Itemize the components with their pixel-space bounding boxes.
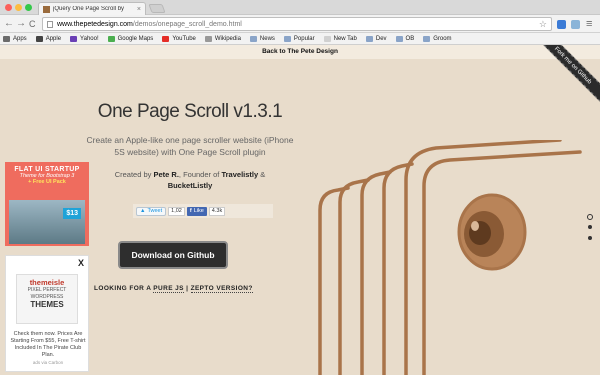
- facebook-like-button[interactable]: f Like: [186, 206, 207, 216]
- bookmark-label: Dev: [375, 35, 387, 42]
- phone-outline: [318, 186, 350, 375]
- pagination-dot[interactable]: [588, 225, 592, 229]
- browser-tab[interactable]: jQuery One Page Scroll by ×: [38, 2, 146, 15]
- phone-outline: [338, 178, 370, 375]
- bookmark-label: Google Maps: [117, 35, 154, 42]
- tweet-count: 1,02: [168, 206, 185, 216]
- social-buttons: ▲ Tweet 1,02 f Like 4.3k: [133, 204, 273, 218]
- bookmark-youtube[interactable]: YouTube: [162, 35, 196, 42]
- bookmark-dev[interactable]: Dev: [365, 35, 387, 42]
- tweet-button[interactable]: ▲ Tweet: [136, 206, 167, 216]
- ad-price-badge: $13: [63, 208, 81, 219]
- bookmark-icon: [70, 35, 78, 42]
- ad-copy: Check them now. Prices Are Starting From…: [10, 331, 86, 358]
- page-icon: [47, 20, 53, 28]
- phone-outline: [382, 162, 414, 375]
- facebook-icon: f: [189, 208, 192, 214]
- bookmark-icon: [283, 35, 291, 42]
- back-to-pete-design-link[interactable]: Back to The Pete Design: [262, 48, 338, 55]
- close-ad-icon[interactable]: X: [78, 258, 84, 268]
- download-github-button[interactable]: Download on Github: [118, 241, 228, 269]
- bookmark-icon: [423, 35, 431, 42]
- bookmark-icon: [107, 35, 115, 42]
- tab-title: jQuery One Page Scroll by: [53, 6, 125, 12]
- bookmark-label: Yahoo!: [80, 35, 99, 42]
- bookmark-apple[interactable]: Apple: [35, 35, 62, 42]
- ad-tagline: THEMES: [30, 300, 64, 309]
- bookmark-label: New Tab: [333, 35, 357, 42]
- bookmark-label: News: [259, 35, 275, 42]
- url-text[interactable]: www.thepetedesign.com/demos/onepage_scro…: [57, 21, 242, 28]
- ad-headline: FLAT UI STARTUP: [14, 166, 80, 173]
- bookmark-label: Groom: [433, 35, 452, 42]
- extension-icon[interactable]: [571, 20, 580, 29]
- new-tab-button[interactable]: [148, 4, 166, 13]
- author-link[interactable]: Pete R.: [153, 170, 178, 179]
- bookmark-icon: [162, 35, 170, 42]
- ad-free-pack: + Free UI Pack: [28, 179, 66, 185]
- pagination-dot-active[interactable]: [587, 214, 593, 220]
- bookmark-icon: [249, 35, 257, 42]
- address-bar[interactable]: www.thepetedesign.com/demos/onepage_scro…: [42, 17, 552, 31]
- iphone-illustration: [318, 140, 582, 375]
- bookmark-icon: [35, 35, 43, 42]
- flat-ui-ad[interactable]: FLAT UI STARTUP Theme for Bootstrap 3 + …: [5, 162, 89, 246]
- bookmark-label: Popular: [293, 35, 315, 42]
- bookmark-yahoo-[interactable]: Yahoo!: [70, 35, 99, 42]
- bookmark-apps[interactable]: Apps: [3, 35, 27, 42]
- pure-js-link[interactable]: PURE JS: [153, 285, 184, 293]
- themeisle-ad[interactable]: X themeisle PIXEL PERFECT WORDPRESS THEM…: [5, 255, 89, 372]
- twitter-bird-icon: ▲: [140, 208, 146, 214]
- browser-toolbar: ← → C www.thepetedesign.com/demos/onepag…: [0, 15, 600, 33]
- bookmark-label: Wikipedia: [214, 35, 241, 42]
- chrome-menu-icon[interactable]: ≡: [586, 18, 592, 30]
- bookmark-news[interactable]: News: [249, 35, 275, 42]
- phone-outline: [360, 170, 392, 375]
- like-count: 4.3k: [208, 206, 226, 216]
- bookmark-icon: [204, 35, 212, 42]
- bookmark-new-tab[interactable]: New Tab: [323, 35, 357, 42]
- ads-via-carbon[interactable]: ads via Carbon: [6, 360, 90, 365]
- bookmark-icon: [395, 35, 403, 42]
- favicon-icon: [43, 5, 50, 13]
- browser-tabbar: jQuery One Page Scroll by ×: [0, 0, 600, 15]
- ad-image: $13: [9, 200, 85, 244]
- page-subtitle: Create an Apple-like one page scroller w…: [86, 135, 294, 157]
- bookmark-groom[interactable]: Groom: [423, 35, 452, 42]
- page-title: One Page Scroll v1.3.1: [97, 101, 283, 122]
- bookmark-icon: [323, 35, 331, 42]
- bookmark-google-maps[interactable]: Google Maps: [107, 35, 154, 42]
- ad-logo-box: themeisle PIXEL PERFECT WORDPRESS THEMES: [16, 274, 78, 324]
- bookmark-label: Apple: [45, 35, 62, 42]
- zoom-window-button[interactable]: [25, 4, 32, 11]
- themeisle-logo: themeisle: [29, 278, 65, 287]
- bookmark-wikipedia[interactable]: Wikipedia: [204, 35, 241, 42]
- bookmark-icon: [365, 35, 373, 42]
- bookmark-label: Apps: [13, 35, 27, 42]
- bookmark-label: OB: [405, 35, 415, 42]
- looking-for-line: LOOKING FOR A PURE JS | ZEPTO VERSION?: [94, 285, 253, 293]
- page: Back to The Pete Design Fork me on Githu…: [0, 45, 600, 375]
- close-window-button[interactable]: [5, 4, 12, 11]
- reload-icon[interactable]: C: [29, 18, 36, 30]
- bucketlistly-link[interactable]: BucketListly: [168, 181, 213, 190]
- forward-arrow-icon[interactable]: →: [16, 18, 26, 30]
- bookmark-icon: [3, 35, 10, 42]
- bookmark-star-icon[interactable]: ☆: [539, 19, 547, 30]
- extension-icon[interactable]: [557, 20, 566, 29]
- credits: Created by Pete R., Founder of Travelist…: [114, 170, 266, 190]
- bookmarks-bar: Apps Apple Yahoo! Google Maps YouTube Wikiped…: [0, 33, 600, 45]
- zepto-link[interactable]: ZEPTO VERSION?: [190, 285, 253, 293]
- travelistly-link[interactable]: Travelistly: [221, 170, 258, 179]
- tab-close-icon[interactable]: ×: [137, 6, 141, 13]
- minimize-window-button[interactable]: [15, 4, 22, 11]
- bookmark-ob[interactable]: OB: [395, 35, 415, 42]
- back-arrow-icon[interactable]: ←: [4, 18, 14, 30]
- top-bar: Back to The Pete Design: [0, 45, 600, 59]
- bookmark-label: YouTube: [172, 35, 196, 42]
- camera-glare: [471, 221, 479, 231]
- pagination-dot[interactable]: [588, 236, 592, 240]
- bookmark-popular[interactable]: Popular: [283, 35, 315, 42]
